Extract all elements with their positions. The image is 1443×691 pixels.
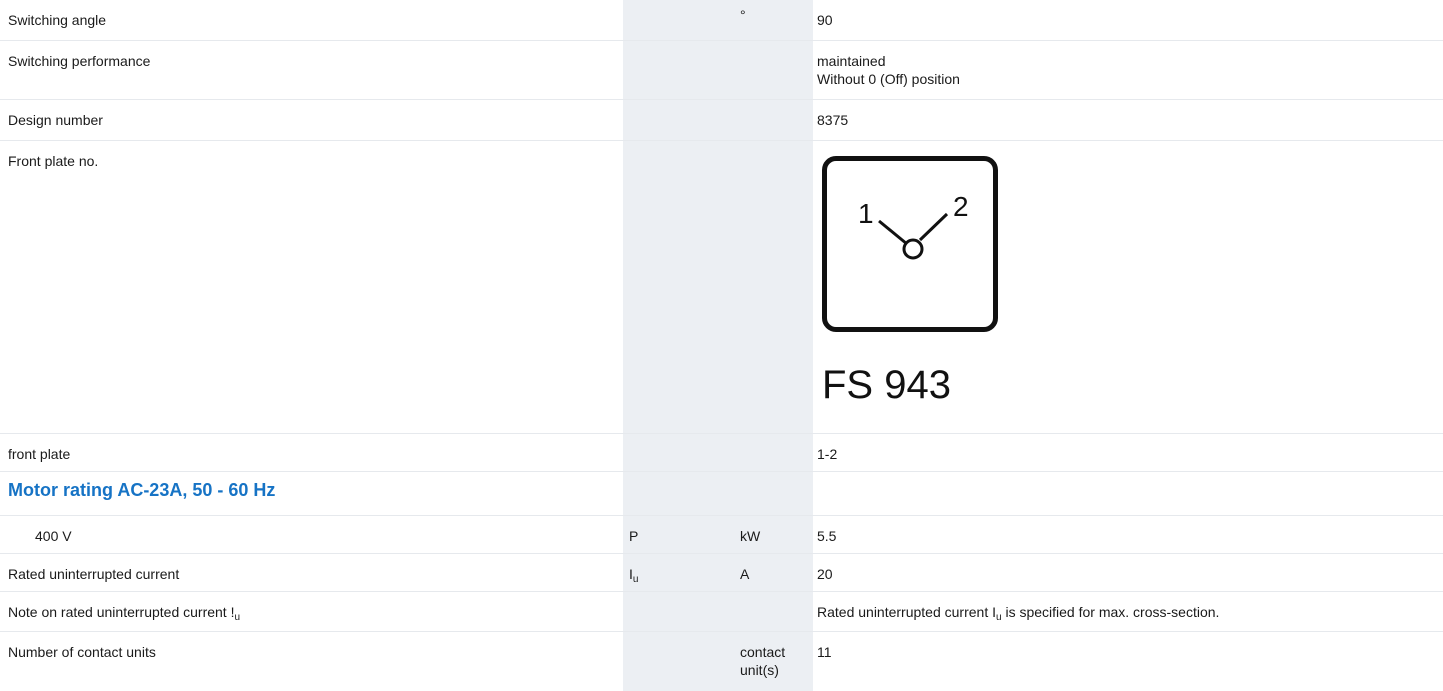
section-header-motor-rating: Motor rating AC-23A, 50 - 60 Hz — [0, 472, 1443, 516]
label-main: Note on rated uninterrupted current ! — [8, 604, 235, 620]
row-value: 8375 — [817, 112, 849, 128]
row-value: 5.5 — [817, 528, 837, 544]
row-symbol — [623, 100, 737, 140]
selector-switch-icon: 1 2 — [858, 191, 969, 260]
row-value: 1-2 — [817, 446, 838, 462]
row-label: Design number — [8, 112, 103, 128]
row-symbol — [623, 434, 737, 471]
switch-pivot — [902, 238, 924, 260]
row-unit — [737, 41, 813, 99]
row-label: Rated uninterrupted current — [8, 566, 180, 582]
position-2-label: 2 — [953, 191, 969, 222]
row-label: Note on rated uninterrupted current !u — [0, 592, 623, 631]
row-unit — [737, 592, 813, 631]
table-row-design-number: Design number 8375 — [0, 100, 1443, 141]
table-row-switching-performance: Switching performance maintained Without… — [0, 41, 1443, 100]
spec-table: Switching angle ° 90 Switching performan… — [0, 0, 1443, 691]
value-pre: Rated uninterrupted current I — [817, 604, 996, 620]
table-row-switching-angle: Switching angle ° 90 — [0, 0, 1443, 41]
row-value: Rated uninterrupted current Iu is specif… — [813, 592, 1443, 631]
row-symbol — [623, 632, 737, 691]
row-unit — [737, 434, 813, 471]
table-row-note-current: Note on rated uninterrupted current !u R… — [0, 592, 1443, 632]
switch-arm-right — [918, 212, 949, 242]
value-post: is specified for max. cross-section. — [1001, 604, 1220, 620]
table-row-front-plate-no: Front plate no. 1 2 FS 943 — [0, 141, 1443, 434]
row-value: maintained Without 0 (Off) position — [813, 41, 1443, 99]
row-value: 20 — [817, 566, 833, 582]
row-unit: A — [740, 566, 750, 582]
front-plate-frame: 1 2 — [822, 156, 998, 332]
table-row-front-plate: front plate 1-2 — [0, 434, 1443, 472]
switch-arm-left — [878, 219, 908, 246]
table-row-motor-400v: 400 V P kW 5.5 — [0, 516, 1443, 554]
row-unit — [737, 141, 813, 433]
unit-line: contact — [740, 644, 786, 660]
row-symbol — [623, 0, 737, 40]
row-label: Switching angle — [8, 12, 107, 28]
row-symbol: P — [629, 528, 639, 544]
row-label: 400 V — [35, 528, 72, 544]
position-1-label: 1 — [858, 198, 874, 229]
row-symbol — [623, 41, 737, 99]
row-unit: ° — [740, 7, 746, 23]
row-value: 11 — [817, 644, 832, 660]
row-value: 90 — [817, 12, 833, 28]
row-label: Switching performance — [8, 53, 151, 69]
row-symbol — [623, 141, 737, 433]
front-plate-diagram: 1 2 — [822, 156, 998, 332]
row-unit — [737, 100, 813, 140]
front-plate-code: FS 943 — [822, 363, 951, 407]
row-label: Number of contact units — [8, 644, 156, 660]
section-title: Motor rating AC-23A, 50 - 60 Hz — [8, 480, 276, 500]
row-symbol — [623, 592, 737, 631]
row-unit: kW — [740, 528, 761, 544]
symbol-sub: u — [632, 574, 639, 585]
row-symbol: Iu — [623, 554, 737, 591]
table-row-rated-uninterrupted-current: Rated uninterrupted current Iu A 20 — [0, 554, 1443, 592]
unit-line: unit(s) — [740, 662, 779, 678]
row-unit: contact unit(s) — [737, 632, 813, 691]
table-row-contact-units: Number of contact units contact unit(s) … — [0, 632, 1443, 691]
value-line: maintained — [817, 53, 886, 69]
row-label: front plate — [8, 446, 71, 462]
label-sub: u — [234, 612, 241, 623]
value-line: Without 0 (Off) position — [817, 71, 960, 87]
row-label: Front plate no. — [8, 153, 99, 169]
